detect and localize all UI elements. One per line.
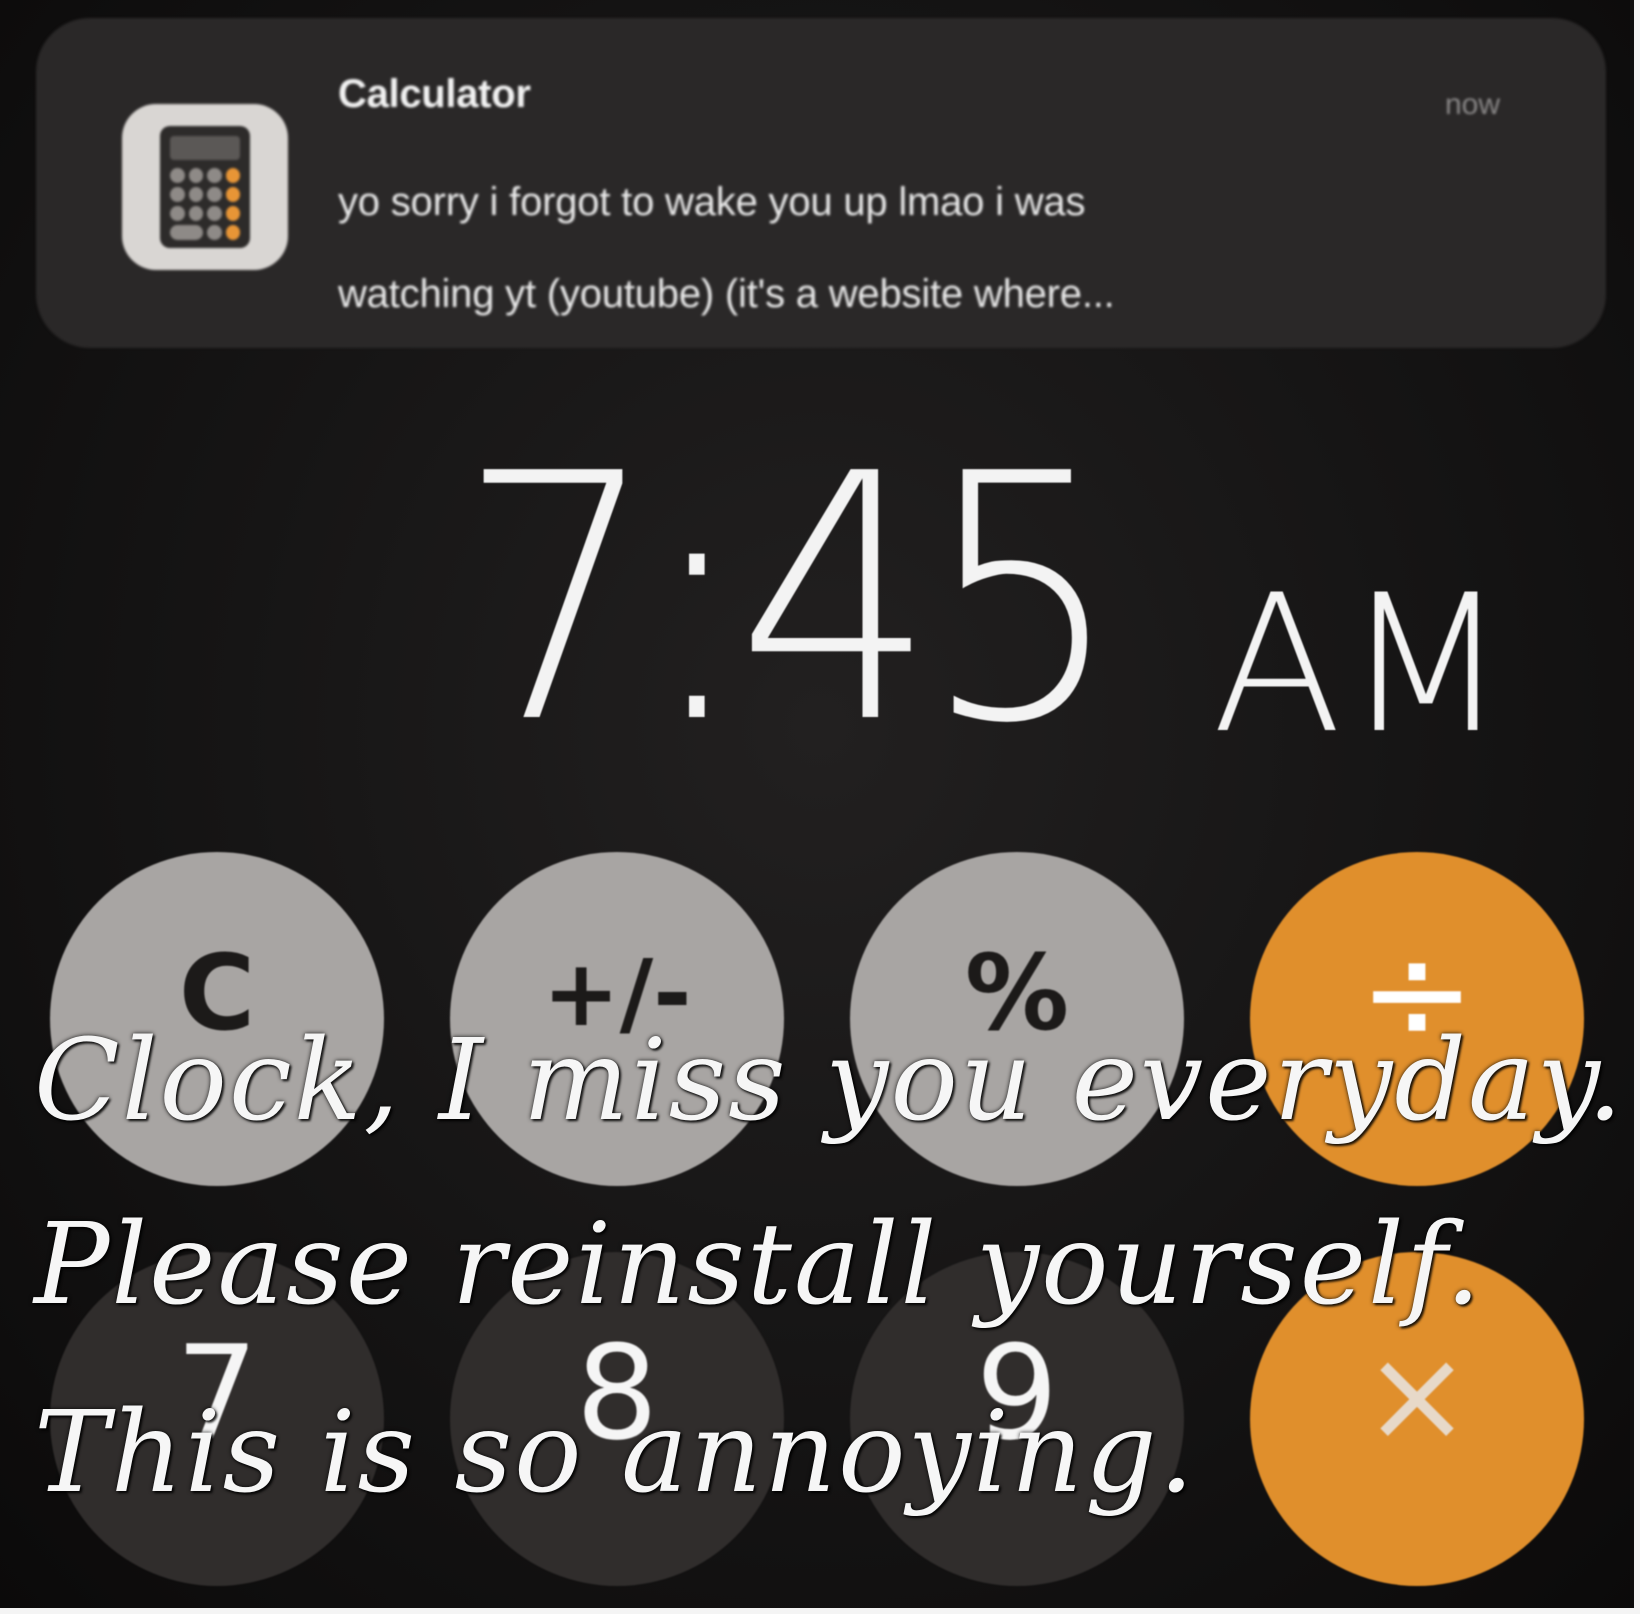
clock-period: AM bbox=[1212, 554, 1510, 775]
notification-timestamp: now bbox=[1444, 88, 1500, 121]
lock-screen: Calculator now yo sorry i forgot to wake… bbox=[0, 0, 1640, 1614]
caption-line-1: Clock, I miss you everyday. bbox=[34, 1016, 1625, 1146]
calculator-keypad-glyph bbox=[170, 168, 240, 240]
calculator-notification[interactable]: Calculator now yo sorry i forgot to wake… bbox=[36, 18, 1606, 348]
clock-time-digits: 7:45 bbox=[458, 402, 1122, 798]
notification-message-line-1: yo sorry i forgot to wake you up lmao i … bbox=[338, 180, 1086, 224]
notification-message-line-2: watching yt (youtube) (it's a website wh… bbox=[338, 272, 1115, 316]
calculator-app-icon bbox=[122, 104, 288, 270]
notification-message: yo sorry i forgot to wake you up lmao i … bbox=[338, 156, 1538, 340]
multiply-icon: × bbox=[1362, 1319, 1472, 1471]
lockscreen-clock: 7:45 AM bbox=[458, 430, 1508, 770]
calculator-glyph bbox=[160, 126, 250, 248]
caption-line-2: Please reinstall yourself. bbox=[34, 1200, 1483, 1330]
notification-app-name: Calculator bbox=[338, 72, 531, 116]
caption-line-3: This is so annoying. bbox=[34, 1388, 1197, 1518]
calculator-display-glyph bbox=[170, 136, 240, 160]
